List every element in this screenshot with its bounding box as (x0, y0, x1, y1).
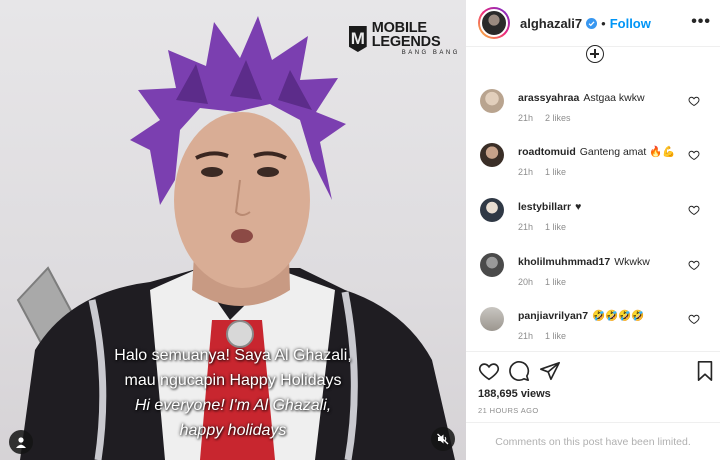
like-comment-heart-icon[interactable] (688, 95, 700, 107)
like-comment-heart-icon[interactable] (688, 204, 700, 216)
post-timestamp[interactable]: 21 HOURS AGO (478, 406, 539, 415)
speaker-muted-icon (437, 433, 449, 445)
like-comment-heart-icon[interactable] (688, 149, 700, 161)
like-comment-heart-icon[interactable] (688, 313, 700, 325)
subtitle-line: mau ngucapin Happy Holidays (124, 372, 342, 389)
commenter-username[interactable]: panjiavrilyan7 (518, 310, 588, 322)
subtitle-line: Halo semuanya! Saya Al Ghazali, (114, 347, 352, 364)
mobile-legends-logo: M MOBILE LEGENDS BANG BANG (349, 21, 466, 57)
load-more-comments-button[interactable] (586, 45, 604, 63)
video-subtitles: Halo semuanya! Saya Al Ghazali, mau nguc… (0, 343, 466, 443)
commenter-avatar[interactable] (480, 198, 504, 222)
user-tag-icon (16, 437, 26, 448)
more-options-button[interactable]: ••• (691, 13, 711, 31)
comment-item: arassyahraa Astgaa kwkw 21h 2 likes (480, 89, 720, 141)
tagged-users-button[interactable] (9, 430, 33, 454)
mute-toggle-button[interactable] (431, 427, 455, 451)
commenter-username[interactable]: kholilmuhmmad17 (518, 256, 610, 268)
subtitle-line: happy holidays (179, 422, 287, 439)
comment-text: 🤣🤣🤣🤣 (592, 310, 645, 322)
commenter-username[interactable]: lestybillarr (518, 201, 571, 213)
post-actions: 188,695 views 21 HOURS AGO (466, 351, 720, 431)
share-paper-plane-icon[interactable] (539, 360, 561, 382)
comment-likes[interactable]: 1 like (545, 277, 566, 287)
comment-likes[interactable]: 1 like (545, 222, 566, 232)
commenter-avatar[interactable] (480, 253, 504, 277)
comment-item: lestybillarr ♥ 21h 1 like (480, 198, 720, 250)
post-sidebar: alghazali7 • Follow ••• arassyahraa Astga… (466, 0, 720, 460)
comment-text: Astgaa kwkw (583, 92, 645, 104)
commenter-avatar[interactable] (480, 89, 504, 113)
verified-badge-icon (586, 17, 598, 29)
commenter-username[interactable]: arassyahraa (518, 92, 579, 104)
comment-text: ♥ (575, 201, 582, 213)
logo-main-text: MOBILE LEGENDS (371, 20, 441, 50)
commenter-username[interactable]: roadtomuid (518, 146, 576, 158)
comments-limited-notice: Comments on this post have been limited. (466, 422, 720, 460)
comment-likes[interactable]: 1 like (545, 167, 566, 177)
comment-time: 20h (518, 277, 534, 287)
commenter-avatar[interactable] (480, 307, 504, 331)
logo-sub-text: BANG BANG (401, 50, 460, 56)
comment-time: 21h (518, 113, 534, 123)
view-count[interactable]: 188,695 views (478, 388, 551, 400)
comment-time: 21h (518, 331, 534, 341)
author-username[interactable]: alghazali7 (520, 16, 582, 31)
like-heart-icon[interactable] (478, 360, 500, 382)
subtitle-line: Hi everyone! I'm Al Ghazali, (134, 397, 332, 414)
comment-likes[interactable]: 1 like (545, 331, 566, 341)
follow-button[interactable]: Follow (610, 16, 651, 31)
comment-time: 21h (518, 222, 534, 232)
comment-bubble-icon[interactable] (508, 360, 530, 382)
commenter-avatar[interactable] (480, 143, 504, 167)
like-comment-heart-icon[interactable] (688, 259, 700, 271)
post-header: alghazali7 • Follow ••• (466, 0, 720, 47)
author-avatar[interactable] (478, 7, 510, 39)
comment-text: Ganteng amat 🔥💪 (579, 146, 676, 158)
comment-time: 21h (518, 167, 534, 177)
save-bookmark-icon[interactable] (694, 360, 716, 382)
comment-item: kholilmuhmmad17 Wkwkw 20h 1 like (480, 253, 720, 305)
header-separator: • (601, 15, 606, 31)
comment-likes[interactable]: 2 likes (545, 113, 571, 123)
mobile-legends-emblem-icon: M (349, 26, 367, 52)
post-media[interactable]: M MOBILE LEGENDS BANG BANG Halo semuanya… (0, 0, 466, 460)
comment-text: Wkwkw (614, 256, 650, 268)
comment-item: roadtomuid Ganteng amat 🔥💪 21h 1 like (480, 143, 720, 195)
